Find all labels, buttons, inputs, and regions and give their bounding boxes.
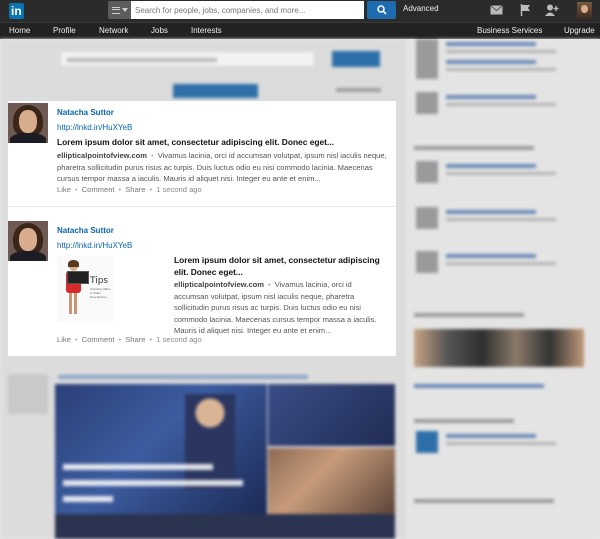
user-avatar[interactable] [577, 2, 592, 19]
nav-upgrade[interactable]: Upgrade [564, 26, 595, 35]
author-name[interactable]: Natacha Suttor [57, 226, 114, 235]
post-link[interactable]: http://lnkd.in/HuXYeB [57, 123, 132, 132]
share-action[interactable]: Share [125, 185, 145, 194]
bg-right-row [412, 251, 592, 275]
nav-jobs[interactable]: Jobs [151, 26, 168, 35]
nav-network[interactable]: Network [99, 26, 128, 35]
nav-business-services[interactable]: Business Services [477, 26, 542, 35]
add-connection-icon[interactable] [545, 3, 559, 17]
nav-interests[interactable]: Interests [191, 26, 222, 35]
bg-right-heading [414, 313, 524, 317]
bg-video-title [63, 480, 243, 486]
advanced-search-link[interactable]: Advanced [403, 4, 439, 13]
post-domain[interactable]: ellipticalpointofview.com [174, 280, 264, 289]
search-button[interactable] [367, 1, 396, 19]
menu-icon [111, 6, 120, 14]
thumbnail-title: Tips [90, 276, 109, 286]
bg-video-person [185, 394, 235, 489]
bg-right-heading [414, 419, 514, 423]
post-headline[interactable]: Lorem ipsum dolor sit amet, consectetur … [174, 254, 384, 278]
feed-posts-panel: Natacha Suttor http://lnkd.in/HuXYeB Lor… [8, 101, 396, 356]
like-action[interactable]: Like [57, 185, 71, 194]
author-name[interactable]: Natacha Suttor [57, 108, 114, 117]
sort-label-bg [336, 88, 381, 92]
bg-right-heading [414, 499, 554, 503]
presenter-figure [63, 260, 83, 319]
search-icon [376, 5, 387, 15]
post-actions: Like • Comment • Share • 1 second ago [57, 335, 202, 344]
nav-profile[interactable]: Profile [53, 26, 76, 35]
feed-post: Natacha Suttor http://lnkd.in/HuXYeB Lor… [8, 101, 396, 207]
post-timestamp: 1 second ago [156, 335, 202, 344]
mail-icon[interactable] [489, 3, 503, 17]
share-action[interactable]: Share [125, 335, 145, 344]
post-description: ellipticalpointofview.com • Vivamus lacini… [174, 280, 377, 335]
bg-right-row [412, 431, 592, 455]
thumbnail-subtitle: Including URLs in Video Descriptions [90, 287, 111, 299]
post-headline[interactable]: Lorem ipsum dolor sit amet, consectetur … [57, 136, 387, 148]
bg-right-row [412, 92, 592, 116]
top-bar: in Advanced [0, 0, 600, 22]
comment-action[interactable]: Comment [82, 185, 115, 194]
bg-right-row [412, 161, 592, 185]
search-category-dropdown[interactable] [108, 1, 131, 19]
share-button-bg [332, 51, 380, 67]
bg-video-title [63, 464, 213, 470]
post-link[interactable]: http://lnkd.in/HuXYeB [57, 241, 132, 250]
like-action[interactable]: Like [57, 335, 71, 344]
bg-video-thumbnail [55, 384, 267, 514]
post-actions: Like • Comment • Share • 1 second ago [57, 185, 202, 194]
logo-text: in [9, 2, 24, 19]
board-graphic [67, 271, 89, 284]
chevron-down-icon [121, 8, 128, 12]
search-input[interactable] [131, 1, 364, 19]
bg-company-logo [8, 374, 48, 414]
bg-viewers-strip [414, 329, 584, 367]
post-description: ellipticalpointofview.com • Vivamus lacini… [57, 151, 387, 183]
bg-feed-line [58, 375, 308, 379]
bg-right-row [412, 57, 592, 81]
bg-video-title [63, 496, 113, 502]
nav-home[interactable]: Home [9, 26, 30, 35]
bg-right-heading [414, 384, 544, 388]
comment-action[interactable]: Comment [82, 335, 115, 344]
post-thumbnail[interactable]: Tips Including URLs in Video Description… [57, 257, 114, 322]
share-update-box [60, 51, 315, 67]
flag-icon[interactable] [518, 3, 532, 17]
bg-thumb [268, 448, 395, 514]
bg-thumb [268, 384, 395, 446]
post-domain[interactable]: ellipticalpointofview.com [57, 151, 147, 160]
conversation-button-bg [173, 84, 258, 98]
post-timestamp: 1 second ago [156, 185, 202, 194]
author-avatar[interactable] [8, 221, 48, 261]
bg-right-heading [414, 146, 534, 150]
bg-thumb-strip [55, 514, 395, 539]
feed-post: Natacha Suttor http://lnkd.in/HuXYeB Tip… [8, 207, 396, 356]
author-avatar[interactable] [8, 103, 48, 143]
linkedin-logo[interactable]: in [8, 1, 24, 20]
main-nav: Home Profile Network Jobs Interests Busi… [0, 22, 600, 39]
bg-right-row [412, 207, 592, 231]
